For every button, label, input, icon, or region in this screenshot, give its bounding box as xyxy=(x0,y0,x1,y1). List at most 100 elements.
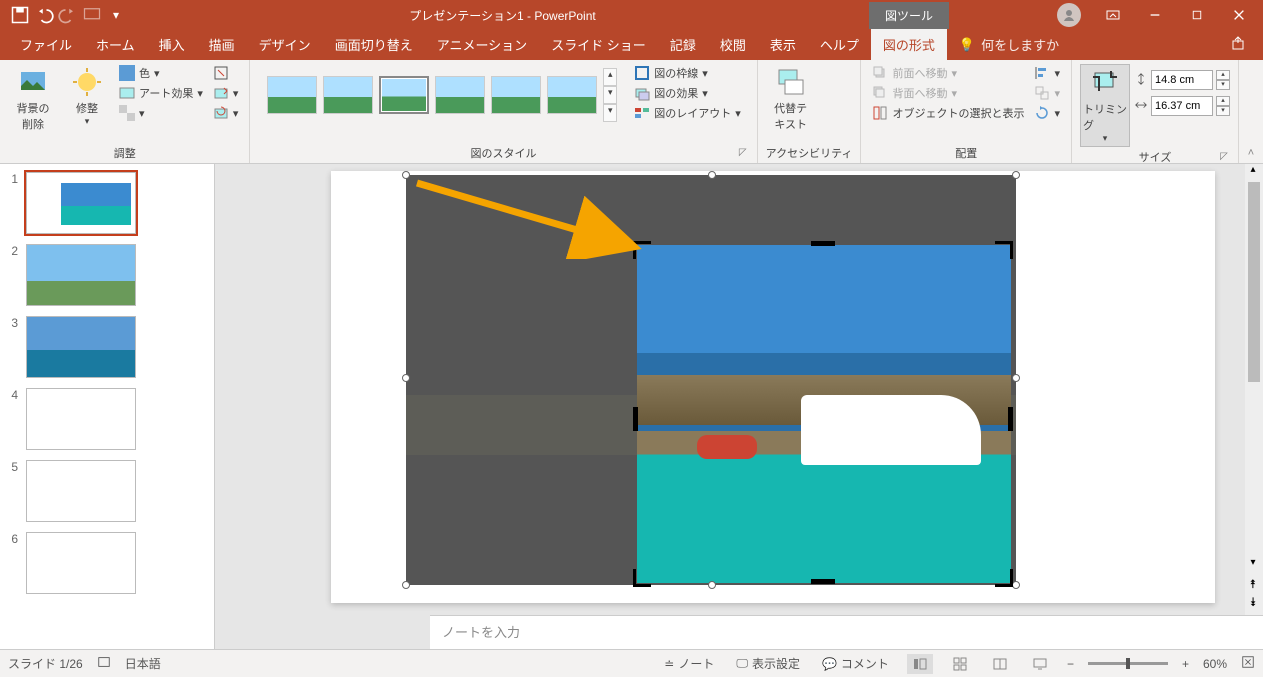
scroll-down-icon[interactable]: ▾ xyxy=(1245,557,1261,573)
slide-sorter-view-icon[interactable] xyxy=(947,654,973,674)
spell-check-icon[interactable] xyxy=(97,655,111,672)
undo-icon[interactable] xyxy=(34,5,54,25)
size-launcher-icon[interactable]: ◸ xyxy=(1218,151,1230,163)
fit-to-window-icon[interactable] xyxy=(1241,655,1255,672)
zoom-percent[interactable]: 60% xyxy=(1203,657,1227,671)
slide-thumb-3[interactable] xyxy=(26,316,136,378)
style-thumb-3[interactable] xyxy=(379,76,429,114)
picture-layout-button[interactable]: 図のレイアウト ▾ xyxy=(631,104,744,122)
remove-background-button[interactable]: 背景の 削除 xyxy=(8,64,58,134)
picture-effects-button[interactable]: 図の効果 ▾ xyxy=(631,84,744,102)
reading-view-icon[interactable] xyxy=(987,654,1013,674)
style-thumb-6[interactable] xyxy=(547,76,597,114)
reset-picture-button[interactable]: ▾ xyxy=(210,104,242,122)
present-icon[interactable] xyxy=(82,5,102,25)
notes-pane[interactable]: ノートを入力 xyxy=(430,615,1263,649)
width-input[interactable] xyxy=(1151,96,1213,116)
language-indicator[interactable]: 日本語 xyxy=(125,655,161,672)
style-thumb-4[interactable] xyxy=(435,76,485,114)
picture-border-button[interactable]: 図の枠線 ▾ xyxy=(631,64,744,82)
group-button[interactable]: ▾ xyxy=(1031,84,1063,102)
cropped-image[interactable] xyxy=(637,245,1011,583)
tab-draw[interactable]: 描画 xyxy=(197,29,247,60)
scroll-thumb[interactable] xyxy=(1248,182,1260,382)
tab-review[interactable]: 校閲 xyxy=(708,29,758,60)
tab-slideshow[interactable]: スライド ショー xyxy=(539,29,658,60)
tab-transitions[interactable]: 画面切り替え xyxy=(323,29,425,60)
tab-picture-format[interactable]: 図の形式 xyxy=(871,29,947,60)
maximize-icon[interactable] xyxy=(1177,1,1217,29)
share-icon[interactable] xyxy=(1215,29,1263,60)
qat-more-icon[interactable]: ▾ xyxy=(106,5,126,25)
tab-file[interactable]: ファイル xyxy=(8,29,84,60)
slide[interactable] xyxy=(331,171,1215,603)
crop-handle-t[interactable] xyxy=(811,241,835,246)
crop-button[interactable]: トリミング▾ xyxy=(1080,64,1130,147)
picture-styles-gallery[interactable]: ▴ ▾ ▾ xyxy=(263,64,621,126)
style-thumb-2[interactable] xyxy=(323,76,373,114)
redo-icon[interactable] xyxy=(58,5,78,25)
alt-text-button[interactable]: 代替テ キスト xyxy=(766,64,816,134)
collapse-ribbon-icon[interactable]: ˄ xyxy=(1248,147,1254,159)
tab-animations[interactable]: アニメーション xyxy=(425,29,539,60)
corrections-button[interactable]: 修整▾ xyxy=(62,64,112,129)
gallery-scroll-down[interactable]: ▾ xyxy=(603,86,617,104)
change-picture-button[interactable]: ▾ xyxy=(210,84,242,102)
scroll-up-icon[interactable]: ▴ xyxy=(1245,164,1261,180)
notes-toggle-button[interactable]: ≐ ノート xyxy=(660,653,718,674)
gallery-more[interactable]: ▾ xyxy=(603,104,617,122)
tab-help[interactable]: ヘルプ xyxy=(808,29,871,60)
tab-insert[interactable]: 挿入 xyxy=(147,29,197,60)
tell-me[interactable]: 💡 何をしますか xyxy=(947,29,1071,60)
align-button[interactable]: ▾ xyxy=(1031,64,1063,82)
color-button[interactable]: 色 ▾ xyxy=(116,64,206,82)
artistic-effects-button[interactable]: アート効果 ▾ xyxy=(116,84,206,102)
compress-pictures-button[interactable] xyxy=(210,64,242,82)
slide-thumb-4[interactable] xyxy=(26,388,136,450)
crop-handle-br[interactable] xyxy=(995,569,1013,587)
slideshow-view-icon[interactable] xyxy=(1027,654,1053,674)
crop-handle-tl[interactable] xyxy=(633,241,651,259)
display-settings-button[interactable]: 🖵 表示設定 xyxy=(732,653,804,674)
height-spin-up[interactable]: ▴ xyxy=(1216,70,1230,80)
crop-handle-b[interactable] xyxy=(811,579,835,584)
style-thumb-1[interactable] xyxy=(267,76,317,114)
transparency-button[interactable]: ▾ xyxy=(116,104,206,122)
width-spin-up[interactable]: ▴ xyxy=(1216,96,1230,106)
close-icon[interactable] xyxy=(1219,1,1259,29)
tab-home[interactable]: ホーム xyxy=(84,29,147,60)
minimize-icon[interactable] xyxy=(1135,1,1175,29)
height-input[interactable] xyxy=(1151,70,1213,90)
tab-design[interactable]: デザイン xyxy=(247,29,323,60)
slide-thumb-2[interactable] xyxy=(26,244,136,306)
send-backward-button[interactable]: 背面へ移動 ▾ xyxy=(869,84,1027,102)
selection-pane-button[interactable]: オブジェクトの選択と表示 xyxy=(869,104,1027,122)
styles-launcher-icon[interactable]: ◸ xyxy=(737,147,749,159)
prev-slide-icon[interactable]: ⯭ xyxy=(1245,577,1261,593)
gallery-scroll-up[interactable]: ▴ xyxy=(603,68,617,86)
crop-handle-r[interactable] xyxy=(1008,407,1013,431)
tab-view[interactable]: 表示 xyxy=(758,29,808,60)
bring-forward-button[interactable]: 前面へ移動 ▾ xyxy=(869,64,1027,82)
zoom-in-button[interactable]: + xyxy=(1182,657,1189,671)
account-avatar[interactable] xyxy=(1057,3,1081,27)
rotate-button[interactable]: ▾ xyxy=(1031,104,1063,122)
save-icon[interactable] xyxy=(10,5,30,25)
height-spin-down[interactable]: ▾ xyxy=(1216,80,1230,90)
normal-view-icon[interactable] xyxy=(907,654,933,674)
next-slide-icon[interactable]: ⯯ xyxy=(1245,595,1261,611)
crop-handle-l[interactable] xyxy=(633,407,638,431)
tab-record[interactable]: 記録 xyxy=(658,29,708,60)
slide-thumb-6[interactable] xyxy=(26,532,136,594)
comments-button[interactable]: 💬 コメント xyxy=(818,653,893,674)
width-spin-down[interactable]: ▾ xyxy=(1216,106,1230,116)
style-thumb-5[interactable] xyxy=(491,76,541,114)
ribbon-options-icon[interactable] xyxy=(1093,1,1133,29)
slide-thumb-1[interactable] xyxy=(26,172,136,234)
canvas-vertical-scrollbar[interactable]: ▴ ▾ ⯭ ⯯ xyxy=(1245,164,1263,615)
slide-indicator[interactable]: スライド 1/26 xyxy=(8,655,83,672)
zoom-out-button[interactable]: − xyxy=(1067,657,1074,671)
crop-handle-tr[interactable] xyxy=(995,241,1013,259)
slide-thumb-5[interactable] xyxy=(26,460,136,522)
zoom-slider[interactable] xyxy=(1088,662,1168,665)
